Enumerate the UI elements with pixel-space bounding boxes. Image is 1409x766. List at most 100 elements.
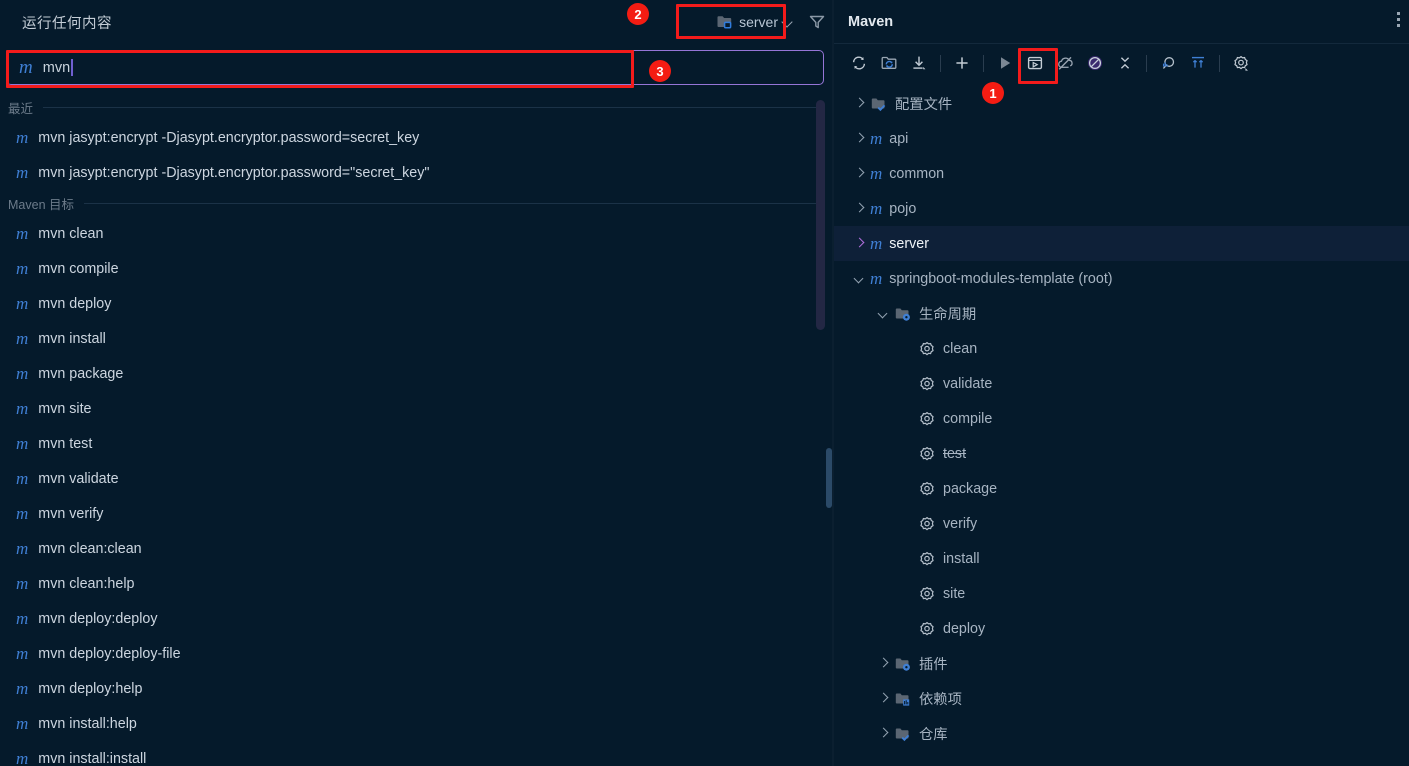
maven-m-icon: m	[16, 259, 29, 278]
tree-node-goal-site[interactable]: site	[834, 576, 1409, 611]
list-item-label: mvn install	[38, 330, 106, 347]
goal-gear-icon	[920, 376, 934, 390]
list-item-label: mvn install:install	[38, 750, 147, 766]
collapse-all-icon[interactable]	[1110, 49, 1140, 77]
more-vertical-icon[interactable]	[1397, 12, 1400, 27]
maven-m-icon: m	[16, 469, 29, 488]
section-rule	[43, 106, 820, 108]
tree-node-goal-verify[interactable]: verify	[834, 506, 1409, 541]
chevron-down-icon	[783, 17, 793, 27]
run-anything-header-actions: server	[711, 0, 826, 44]
tree-node-label: springboot-modules-template (root)	[889, 270, 1113, 287]
download-sources-icon[interactable]	[904, 49, 934, 77]
list-item[interactable]: m mvn deploy	[0, 286, 834, 321]
tree-node-goal-package[interactable]: package	[834, 471, 1409, 506]
list-item-label: mvn jasypt:encrypt -Djasypt.encryptor.pa…	[38, 164, 430, 181]
tree-node-goal-compile[interactable]: compile	[834, 401, 1409, 436]
tree-node-profiles[interactable]: 配置文件	[834, 86, 1409, 121]
tree-node-server[interactable]: m server	[834, 226, 1409, 261]
list-item[interactable]: m mvn deploy:deploy-file	[0, 636, 834, 671]
maven-m-icon: m	[16, 399, 29, 418]
goal-gear-icon	[920, 586, 934, 600]
list-item[interactable]: m mvn jasypt:encrypt -Djasypt.encryptor.…	[0, 120, 834, 155]
folder-plugins-icon	[895, 658, 910, 671]
module-selector[interactable]: server	[711, 10, 800, 34]
section-label: 最近	[8, 101, 34, 116]
tree-node-goal-deploy[interactable]: deploy	[834, 611, 1409, 646]
goal-gear-icon	[920, 446, 934, 460]
run-anything-list: 最近 m mvn jasypt:encrypt -Djasypt.encrypt…	[0, 94, 834, 766]
tree-node-label: 依赖项	[919, 692, 962, 708]
tree-node-label: install	[943, 550, 980, 567]
collapse-arrow-icon[interactable]	[848, 274, 870, 283]
run-anything-header: 运行任何内容 server	[0, 0, 834, 44]
panel-divider-thumb[interactable]	[826, 448, 832, 508]
list-scrollbar[interactable]	[816, 100, 825, 330]
add-maven-project-icon[interactable]	[947, 49, 977, 77]
list-item[interactable]: m mvn verify	[0, 496, 834, 531]
tree-node-label: clean	[943, 340, 978, 357]
expand-arrow-icon[interactable]	[848, 99, 870, 108]
collapse-arrow-icon[interactable]	[872, 309, 894, 318]
section-label: Maven 目标	[8, 197, 74, 212]
list-item[interactable]: m mvn install:help	[0, 706, 834, 741]
run-anything-popup: 运行任何内容 server m mvn 最近 m mvn jasypt:encr…	[0, 0, 834, 766]
expand-arrow-icon[interactable]	[872, 729, 894, 738]
expand-dependency-icon[interactable]	[1183, 49, 1213, 77]
show-dependency-analyzer-icon[interactable]	[1153, 49, 1183, 77]
expand-arrow-icon[interactable]	[872, 694, 894, 703]
list-item-label: mvn clean:clean	[38, 540, 142, 557]
goal-gear-icon	[920, 621, 934, 635]
list-item[interactable]: m mvn deploy:help	[0, 671, 834, 706]
skip-tests-icon[interactable]	[1080, 49, 1110, 77]
tree-node-dependencies[interactable]: 依赖项	[834, 681, 1409, 716]
run-anything-search-input[interactable]: m mvn	[6, 50, 824, 85]
tree-node-common[interactable]: m common	[834, 156, 1409, 191]
list-item[interactable]: m mvn jasypt:encrypt -Djasypt.encryptor.…	[0, 155, 834, 190]
expand-arrow-icon[interactable]	[872, 659, 894, 668]
expand-arrow-icon[interactable]	[848, 239, 870, 248]
list-item[interactable]: m mvn clean	[0, 216, 834, 251]
section-header-maven-goals: Maven 目标	[0, 190, 834, 216]
folder-lifecycle-icon	[895, 308, 910, 321]
toolbar-separator	[940, 54, 941, 72]
toggle-offline-mode-icon[interactable]	[1050, 49, 1080, 77]
tree-node-plugins[interactable]: 插件	[834, 646, 1409, 681]
panel-divider[interactable]	[832, 0, 834, 766]
tree-node-goal-install[interactable]: install	[834, 541, 1409, 576]
list-item[interactable]: m mvn package	[0, 356, 834, 391]
goal-gear-icon	[920, 411, 934, 425]
list-item-label: mvn jasypt:encrypt -Djasypt.encryptor.pa…	[38, 129, 420, 146]
filter-icon[interactable]	[808, 13, 826, 31]
list-item-label: mvn deploy:deploy-file	[38, 645, 181, 662]
list-item[interactable]: m mvn validate	[0, 461, 834, 496]
annotation-badge-1: 1	[982, 82, 1004, 104]
expand-arrow-icon[interactable]	[848, 204, 870, 213]
tree-node-api[interactable]: m api	[834, 121, 1409, 156]
maven-tool-window: Maven 配置文件 m api m common m pojo m serve…	[834, 0, 1409, 766]
tree-node-lifecycle[interactable]: 生命周期	[834, 296, 1409, 331]
list-item[interactable]: m mvn site	[0, 391, 834, 426]
expand-arrow-icon[interactable]	[848, 169, 870, 178]
generate-sources-and-update-folders-icon[interactable]	[874, 49, 904, 77]
list-item[interactable]: m mvn deploy:deploy	[0, 601, 834, 636]
list-item[interactable]: m mvn clean:help	[0, 566, 834, 601]
tree-node-goal-validate[interactable]: validate	[834, 366, 1409, 401]
reload-all-maven-projects-icon[interactable]	[844, 49, 874, 77]
list-item[interactable]: m mvn install	[0, 321, 834, 356]
list-item[interactable]: m mvn test	[0, 426, 834, 461]
tree-node-goal-clean[interactable]: clean	[834, 331, 1409, 366]
maven-m-icon: m	[870, 269, 883, 288]
list-item-label: mvn install:help	[38, 715, 137, 732]
tree-node-repositories[interactable]: 仓库	[834, 716, 1409, 751]
execute-maven-goal-icon[interactable]	[1020, 49, 1050, 77]
list-item[interactable]: m mvn clean:clean	[0, 531, 834, 566]
expand-arrow-icon[interactable]	[848, 134, 870, 143]
maven-settings-icon[interactable]	[1226, 49, 1256, 77]
tree-node-pojo[interactable]: m pojo	[834, 191, 1409, 226]
run-icon[interactable]	[990, 49, 1020, 77]
list-item[interactable]: m mvn compile	[0, 251, 834, 286]
tree-node-root-project[interactable]: m springboot-modules-template (root)	[834, 261, 1409, 296]
list-item[interactable]: m mvn install:install	[0, 741, 834, 766]
tree-node-goal-test[interactable]: test	[834, 436, 1409, 471]
